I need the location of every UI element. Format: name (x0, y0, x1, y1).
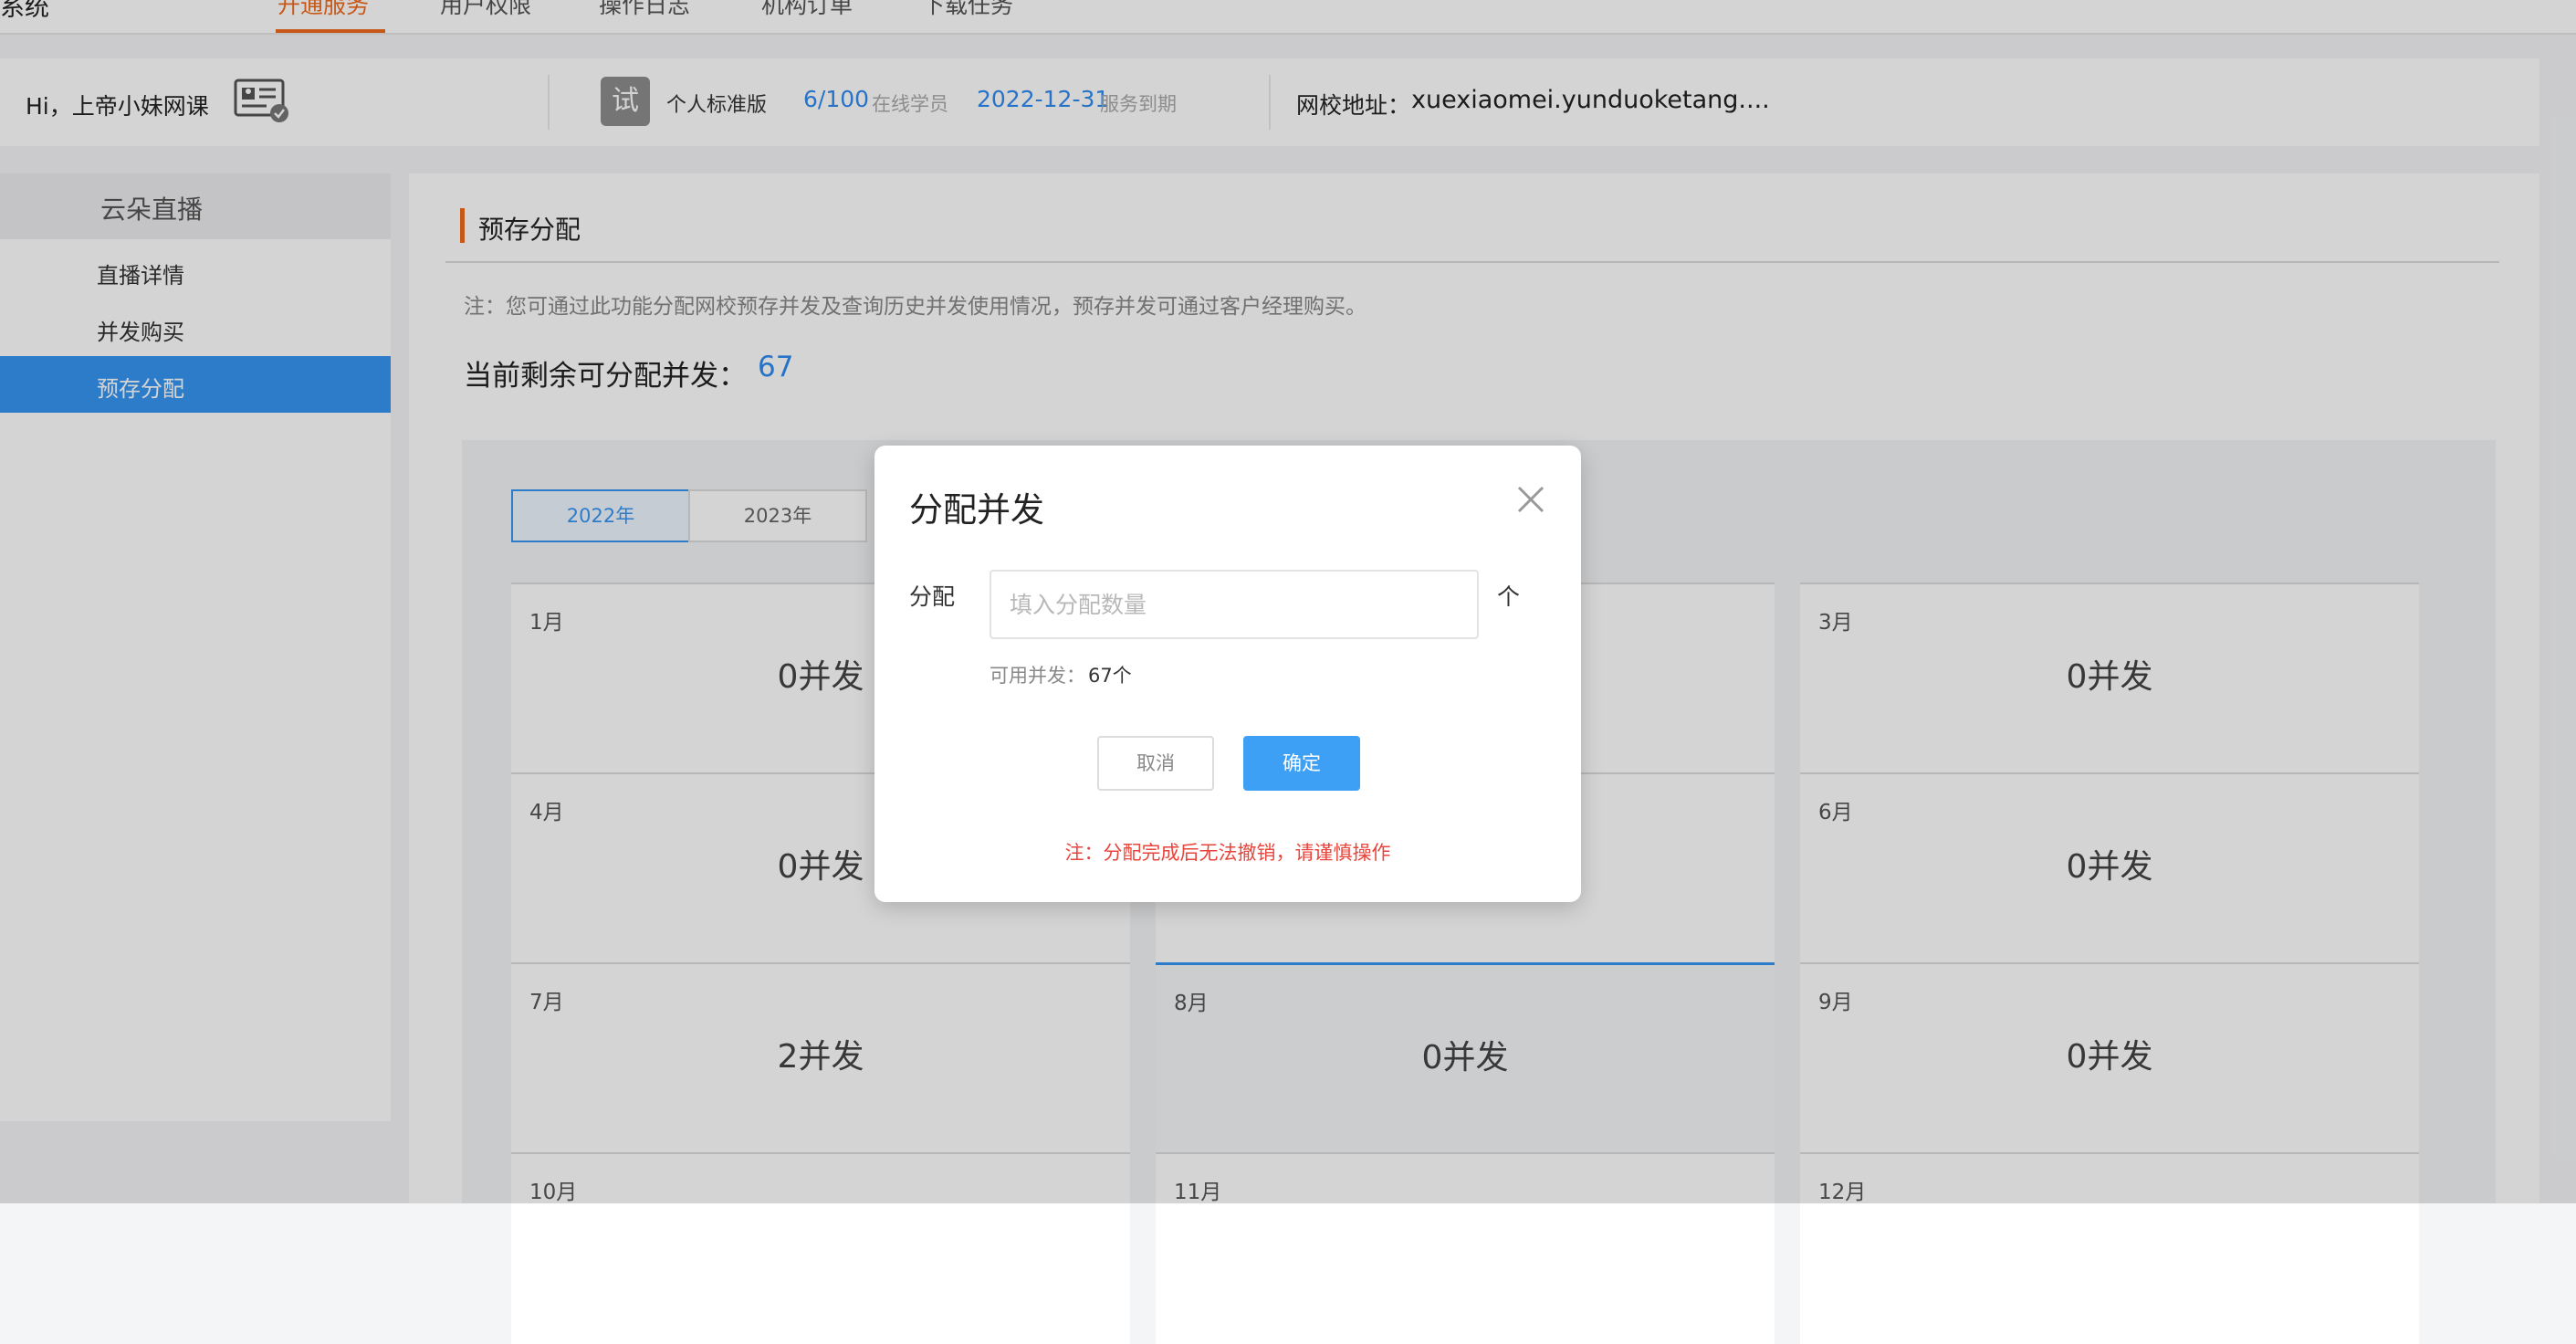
close-icon[interactable] (1515, 484, 1546, 515)
allocate-quantity-input[interactable] (990, 570, 1479, 639)
dialog-title: 分配并发 (909, 490, 1044, 530)
available-label: 可用并发： (990, 665, 1085, 687)
allocate-dialog: 分配并发 分配 个 可用并发： 67个 取消 确定 注：分配完成后无法撤销，请谨… (874, 446, 1581, 902)
unit-label: 个 (1497, 583, 1521, 610)
available-value: 67个 (1088, 665, 1132, 687)
cancel-button[interactable]: 取消 (1097, 736, 1214, 791)
allocate-label: 分配 (909, 583, 956, 610)
warning-text: 注：分配完成后无法撤销，请谨慎操作 (1064, 842, 1391, 864)
confirm-button[interactable]: 确定 (1243, 736, 1360, 791)
